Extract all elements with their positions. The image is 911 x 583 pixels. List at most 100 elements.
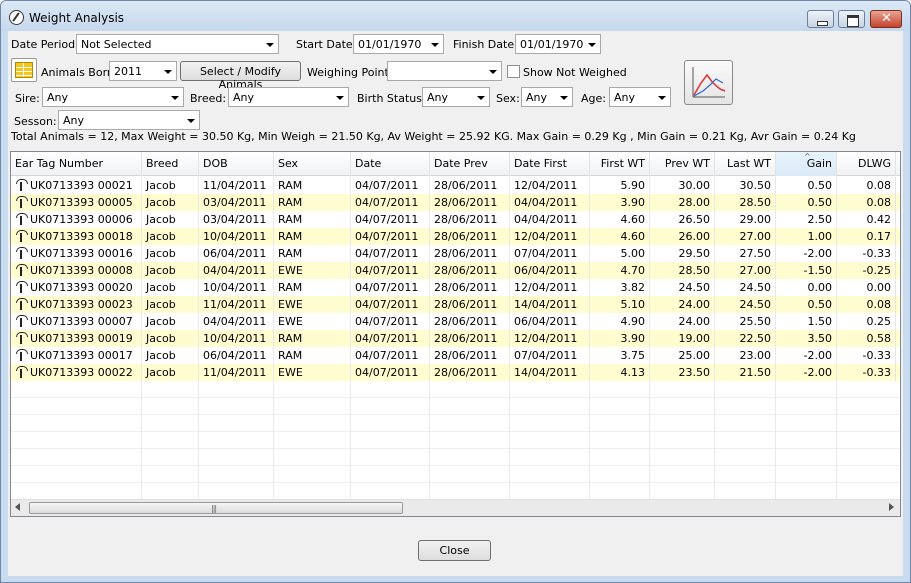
cell-value: 28.00 — [678, 196, 711, 209]
cell-dob: 10/04/2011 — [199, 279, 274, 296]
horizontal-scrollbar[interactable]: ||| — [11, 499, 900, 516]
table-row[interactable]: UK0713393 00005 Jacob 03/04/2011 RAM 04/07/2… — [11, 194, 900, 211]
column-divider — [429, 176, 430, 516]
sire-select[interactable]: Any — [42, 87, 184, 107]
window-title: Weight Analysis — [29, 11, 125, 25]
cell-sex: RAM — [274, 228, 351, 245]
table-row[interactable]: UK0713393 00017 Jacob 06/04/2011 RAM 04/07/2… — [11, 347, 900, 364]
cell-ear-tag-number: UK0713393 00017 — [11, 347, 142, 364]
column-header-first-wt[interactable]: First WT — [590, 152, 650, 176]
minimize-button[interactable] — [807, 10, 834, 28]
cell-first-wt: 5.90 — [590, 177, 650, 194]
cell-sex: RAM — [274, 211, 351, 228]
cell-value: 23.00 — [739, 349, 772, 362]
breed-select[interactable]: Any — [228, 87, 349, 107]
select-modify-animals-button[interactable]: Select / Modify Animals — [180, 61, 301, 91]
column-header-date[interactable]: Date — [351, 152, 430, 176]
table-row[interactable]: UK0713393 00008 Jacob 04/04/2011 EWE 04/07/2… — [11, 262, 900, 279]
cell-breed: Jacob — [142, 313, 199, 330]
cell-last-wt: 29.00 — [715, 211, 776, 228]
column-divider — [714, 176, 715, 516]
finish-date-picker[interactable]: 01/01/1970 — [515, 34, 601, 54]
weight-table[interactable]: Ear Tag Number Breed DOB Sex Date Date Prev Da… — [10, 151, 901, 517]
table-row[interactable]: UK0713393 00018 Jacob 10/04/2011 RAM 04/07/2… — [11, 228, 900, 245]
cell-date-first: 12/04/2011 — [510, 330, 590, 347]
show-not-weighed-label[interactable]: Show Not Weighed — [523, 66, 627, 79]
column-header-breed[interactable]: Breed — [142, 152, 199, 176]
chart-button[interactable] — [684, 60, 733, 105]
maximize-button[interactable] — [838, 10, 865, 28]
table-row[interactable]: UK0713393 00023 Jacob 11/04/2011 EWE 04/07/2… — [11, 296, 900, 313]
cell-dlwg: 0.17 — [837, 228, 896, 245]
cell-value: 5.90 — [620, 179, 646, 192]
grid-toggle-button[interactable] — [11, 58, 37, 82]
column-divider — [141, 176, 142, 516]
cell-first-wt: 5.00 — [590, 245, 650, 262]
cell-value: -0.33 — [862, 247, 891, 260]
birth-status-select[interactable]: Any — [422, 87, 490, 107]
cell-value: 30.50 — [739, 179, 772, 192]
cell-ear-tag-number: UK0713393 00023 — [11, 296, 142, 313]
column-header-date-first[interactable]: Date First — [510, 152, 590, 176]
column-header-prev-wt[interactable]: Prev WT — [650, 152, 715, 176]
start-date-picker[interactable]: 01/01/1970 — [353, 34, 444, 54]
column-header-dob[interactable]: DOB — [199, 152, 274, 176]
table-row[interactable]: UK0713393 00021 Jacob 11/04/2011 RAM 04/07/2… — [11, 177, 900, 194]
cell-dob: 10/04/2011 — [199, 228, 274, 245]
scroll-right-icon[interactable] — [889, 503, 894, 511]
cell-dlwg: 0.08 — [837, 296, 896, 313]
column-divider — [775, 176, 776, 516]
cell-value: 04/07/2011 — [355, 230, 419, 243]
cell-dob: 11/04/2011 — [199, 177, 274, 194]
column-header-date-prev[interactable]: Date Prev — [430, 152, 510, 176]
table-row[interactable]: UK0713393 00019 Jacob 10/04/2011 RAM 04/07/2… — [11, 330, 900, 347]
app-icon — [9, 10, 24, 25]
title-bar[interactable]: Weight Analysis — [1, 1, 910, 31]
animals-born-select[interactable]: 2011 — [109, 61, 177, 81]
cell-dob: 03/04/2011 — [199, 194, 274, 211]
cell-value: 28/06/2011 — [434, 315, 498, 328]
scroll-left-icon[interactable] — [15, 503, 20, 511]
cell-breed: Jacob — [142, 177, 199, 194]
cell-value: 22.50 — [739, 332, 772, 345]
scroll-thumb[interactable]: ||| — [29, 502, 403, 514]
close-window-button[interactable] — [870, 10, 902, 28]
table-row[interactable]: UK0713393 00006 Jacob 03/04/2011 RAM 04/07/2… — [11, 211, 900, 228]
table-row[interactable]: UK0713393 00007 Jacob 04/04/2011 EWE 04/07/2… — [11, 313, 900, 330]
cell-value: RAM — [278, 179, 303, 192]
column-header-sex[interactable]: Sex — [274, 152, 351, 176]
close-button[interactable]: Close — [418, 540, 491, 561]
cell-value: 4.60 — [620, 230, 646, 243]
table-row[interactable]: UK0713393 00022 Jacob 11/04/2011 EWE 04/07/2… — [11, 364, 900, 381]
cell-first-wt: 3.82 — [590, 279, 650, 296]
season-select[interactable]: Any — [58, 110, 200, 130]
column-header-dlwg[interactable]: DLWG — [837, 152, 896, 176]
show-not-weighed-checkbox[interactable] — [507, 65, 520, 78]
cell-value: 06/04/2011 — [203, 349, 267, 362]
cell-date-first: 06/04/2011 — [510, 262, 590, 279]
column-header-gain[interactable]: Gain ^ — [776, 152, 837, 176]
chevron-down-icon — [477, 96, 485, 100]
cell-dlwg: -0.33 — [837, 364, 896, 381]
table-row[interactable]: UK0713393 00016 Jacob 06/04/2011 RAM 04/07/2… — [11, 245, 900, 262]
cell-breed: Jacob — [142, 211, 199, 228]
ear-tag-icon — [15, 264, 28, 276]
column-header-ear-tag-number[interactable]: Ear Tag Number — [11, 152, 142, 176]
chevron-down-icon — [187, 119, 195, 123]
cell-value: RAM — [278, 196, 303, 209]
cell-value: 3.75 — [620, 349, 646, 362]
date-period-select[interactable]: Not Selected — [76, 34, 279, 54]
age-select[interactable]: Any — [609, 87, 671, 107]
cell-prev-wt: 30.00 — [650, 177, 715, 194]
cell-value: RAM — [278, 349, 303, 362]
cell-value: 04/07/2011 — [355, 332, 419, 345]
cell-sex: EWE — [274, 313, 351, 330]
cell-value: 0.50 — [807, 179, 833, 192]
sex-select[interactable]: Any — [521, 87, 573, 107]
cell-value: Jacob — [146, 332, 176, 345]
cell-value: 29.00 — [739, 213, 772, 226]
table-row[interactable]: UK0713393 00020 Jacob 10/04/2011 RAM 04/07/2… — [11, 279, 900, 296]
weighing-point-select[interactable] — [387, 61, 502, 81]
column-header-last-wt[interactable]: Last WT — [715, 152, 776, 176]
cell-dlwg: 0.08 — [837, 194, 896, 211]
